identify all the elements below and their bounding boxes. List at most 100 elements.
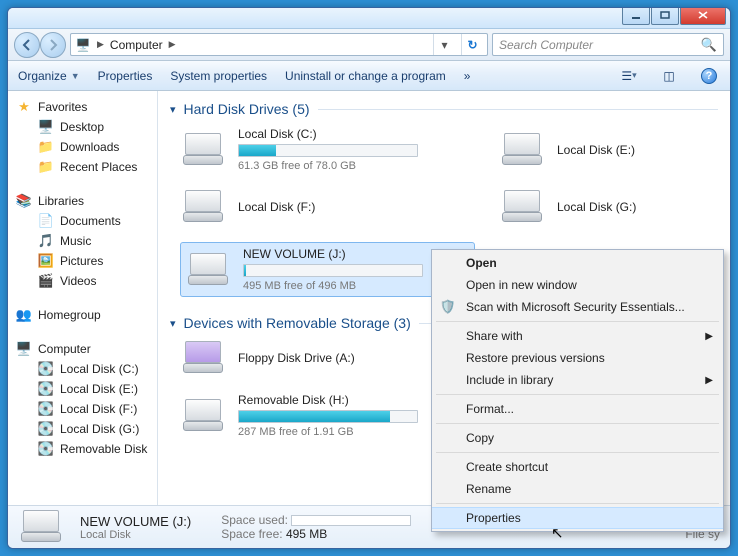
details-type: Local Disk: [80, 529, 191, 541]
titlebar[interactable]: [8, 8, 730, 29]
usage-bar: [243, 264, 423, 277]
chevron-right-icon[interactable]: ▶: [97, 39, 104, 50]
folder-icon: 📁: [38, 139, 54, 155]
address-box[interactable]: 🖥️ ▶ Computer ▶ ▾ ↻: [70, 33, 488, 56]
drive-f[interactable]: Local Disk (F:): [180, 190, 475, 224]
ctx-separator: [436, 503, 719, 504]
drive-icon: [18, 510, 70, 544]
ctx-copy[interactable]: Copy: [432, 427, 723, 449]
preview-pane-button[interactable]: ◫: [658, 65, 680, 87]
details-free-label: Space free:: [221, 527, 282, 541]
minimize-button[interactable]: [622, 7, 650, 25]
drive-icon: 💽: [38, 421, 54, 437]
drive-icon: 💽: [38, 441, 54, 457]
help-button[interactable]: ?: [698, 65, 720, 87]
ctx-properties[interactable]: Properties: [432, 507, 723, 529]
view-options-button[interactable]: ☰▾: [618, 65, 640, 87]
music-icon: 🎵: [38, 233, 54, 249]
video-icon: 🎬: [38, 273, 54, 289]
search-icon: 🔍: [701, 37, 717, 53]
drive-g[interactable]: Local Disk (G:): [499, 190, 709, 224]
nav-libraries[interactable]: 📚Libraries: [8, 191, 157, 211]
drive-c[interactable]: Local Disk (C:) 61.3 GB free of 78.0 GB: [180, 127, 475, 172]
ctx-share-with[interactable]: Share with▶: [432, 325, 723, 347]
shield-icon: 🛡️: [440, 299, 456, 315]
collapse-icon: ▾: [170, 317, 176, 330]
ctx-rename[interactable]: Rename: [432, 478, 723, 500]
drive-icon: 💽: [38, 401, 54, 417]
drive-icon: [180, 190, 226, 224]
details-name: NEW VOLUME (J:): [80, 514, 191, 529]
homegroup-icon: 👥: [16, 307, 32, 323]
nav-drive-f[interactable]: 💽Local Disk (F:): [8, 399, 157, 419]
nav-drive-e[interactable]: 💽Local Disk (E:): [8, 379, 157, 399]
toolbar: Organize▼ Properties System properties U…: [8, 61, 730, 91]
usage-bar: [238, 410, 418, 423]
breadcrumb-computer[interactable]: Computer: [110, 38, 163, 52]
nav-downloads[interactable]: 📁Downloads: [8, 137, 157, 157]
ctx-separator: [436, 423, 719, 424]
ctx-separator: [436, 394, 719, 395]
drive-icon: [499, 190, 545, 224]
library-icon: 📚: [16, 193, 32, 209]
nav-favorites[interactable]: ★Favorites: [8, 97, 157, 117]
ctx-open[interactable]: Open: [432, 252, 723, 274]
help-icon: ?: [701, 68, 717, 84]
nav-pictures[interactable]: 🖼️Pictures: [8, 251, 157, 271]
computer-icon: 🖥️: [16, 341, 32, 357]
organize-menu[interactable]: Organize▼: [18, 69, 80, 83]
toolbar-overflow[interactable]: »: [464, 69, 471, 83]
close-button[interactable]: [680, 7, 726, 25]
chevron-right-icon[interactable]: ▶: [169, 39, 176, 50]
drive-icon: [180, 133, 226, 167]
ctx-create-shortcut[interactable]: Create shortcut: [432, 456, 723, 478]
navigation-pane[interactable]: ★Favorites 🖥️Desktop 📁Downloads 📁Recent …: [8, 91, 158, 507]
explorer-window: 🖥️ ▶ Computer ▶ ▾ ↻ Search Computer 🔍 Or…: [7, 7, 731, 549]
star-icon: ★: [16, 99, 32, 115]
picture-icon: 🖼️: [38, 253, 54, 269]
address-dropdown-button[interactable]: ▾: [433, 34, 455, 55]
back-button[interactable]: [14, 32, 40, 58]
properties-button[interactable]: Properties: [98, 69, 153, 83]
ctx-separator: [436, 452, 719, 453]
ctx-separator: [436, 321, 719, 322]
nav-drive-g[interactable]: 💽Local Disk (G:): [8, 419, 157, 439]
nav-drive-c[interactable]: 💽Local Disk (C:): [8, 359, 157, 379]
drive-icon: [185, 253, 231, 287]
nav-documents[interactable]: 📄Documents: [8, 211, 157, 231]
refresh-button[interactable]: ↻: [461, 34, 483, 55]
search-input[interactable]: Search Computer 🔍: [492, 33, 724, 56]
nav-computer[interactable]: 🖥️Computer: [8, 339, 157, 359]
uninstall-program-button[interactable]: Uninstall or change a program: [285, 69, 446, 83]
search-placeholder: Search Computer: [499, 38, 701, 52]
folder-icon: 📁: [38, 159, 54, 175]
document-icon: 📄: [38, 213, 54, 229]
nav-videos[interactable]: 🎬Videos: [8, 271, 157, 291]
ctx-restore-versions[interactable]: Restore previous versions: [432, 347, 723, 369]
forward-button[interactable]: [40, 32, 66, 58]
collapse-icon: ▾: [170, 103, 176, 116]
ctx-open-new-window[interactable]: Open in new window: [432, 274, 723, 296]
nav-homegroup[interactable]: 👥Homegroup: [8, 305, 157, 325]
ctx-format[interactable]: Format...: [432, 398, 723, 420]
group-hdd-header[interactable]: ▾ Hard Disk Drives (5): [170, 101, 718, 117]
system-properties-button[interactable]: System properties: [170, 69, 267, 83]
nav-music[interactable]: 🎵Music: [8, 231, 157, 251]
address-bar: 🖥️ ▶ Computer ▶ ▾ ↻ Search Computer 🔍: [8, 29, 730, 61]
submenu-arrow-icon: ▶: [705, 331, 713, 342]
drive-icon: 💽: [38, 361, 54, 377]
ctx-include-library[interactable]: Include in library▶: [432, 369, 723, 391]
details-free-value: 495 MB: [286, 527, 327, 541]
nav-desktop[interactable]: 🖥️Desktop: [8, 117, 157, 137]
submenu-arrow-icon: ▶: [705, 375, 713, 386]
drive-icon: 💽: [38, 381, 54, 397]
floppy-icon: [180, 341, 226, 375]
details-used-label: Space used:: [221, 513, 288, 527]
desktop-icon: 🖥️: [38, 119, 54, 135]
ctx-scan-mse[interactable]: 🛡️Scan with Microsoft Security Essential…: [432, 296, 723, 318]
drive-icon: [499, 133, 545, 167]
nav-recent-places[interactable]: 📁Recent Places: [8, 157, 157, 177]
nav-drive-removable[interactable]: 💽Removable Disk: [8, 439, 157, 459]
drive-e[interactable]: Local Disk (E:): [499, 127, 709, 172]
maximize-button[interactable]: [651, 7, 679, 25]
